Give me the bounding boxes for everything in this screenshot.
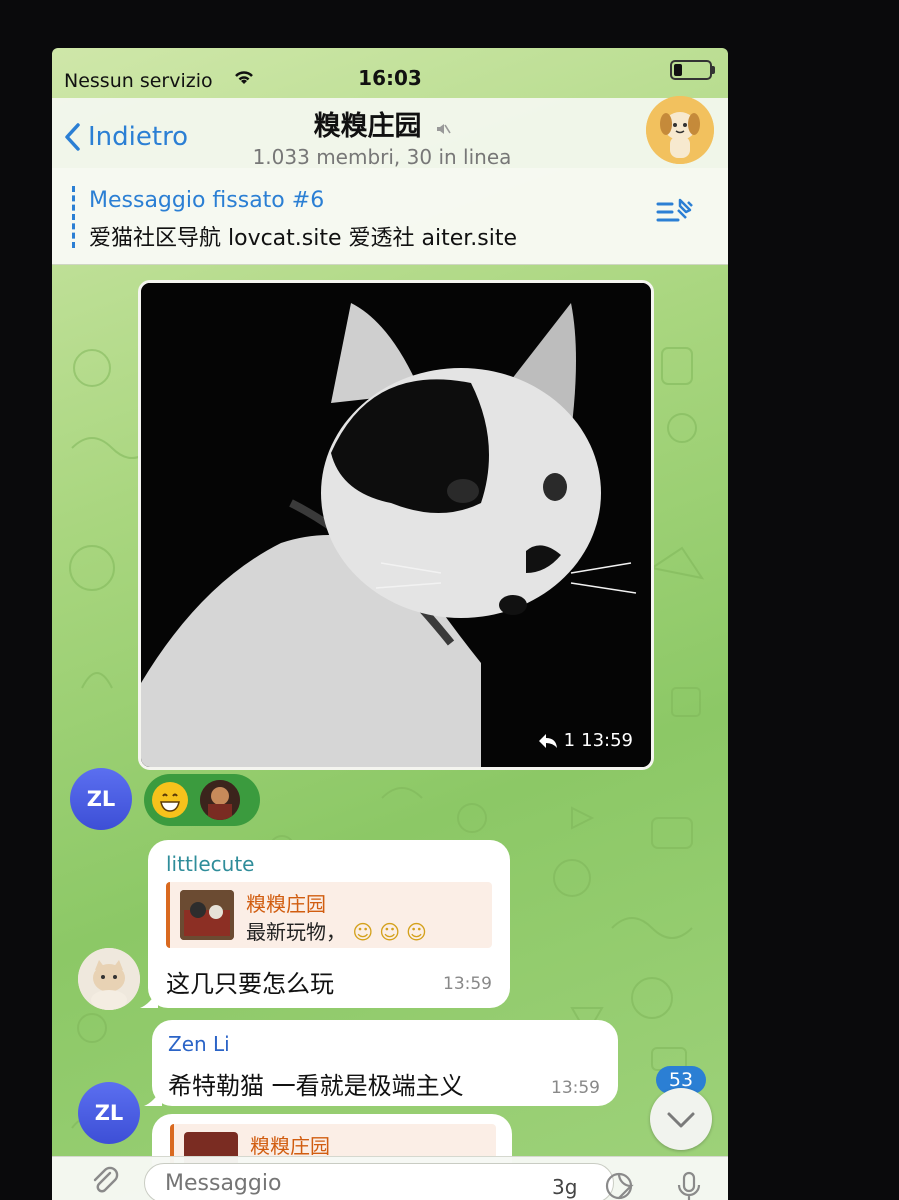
message-time: 13:59 — [443, 974, 492, 994]
bubble-tail — [144, 1088, 162, 1106]
battery-icon — [670, 60, 715, 80]
scroll-down-button[interactable] — [650, 1088, 712, 1150]
smiling-relaxed-emoji-icon: ☺☺☺ — [352, 920, 433, 944]
reply-count: 1 — [563, 730, 576, 751]
pinned-label: Messaggio fissato #6 — [89, 188, 325, 213]
reply-text-value: 最新玩物， — [246, 920, 346, 944]
message-sender: Zen Li — [168, 1032, 230, 1056]
back-button[interactable]: Indietro — [64, 122, 188, 152]
photo-time: 13:59 — [581, 730, 633, 751]
pinned-indicator — [72, 186, 78, 248]
reply-preview[interactable]: 糗糗庄园 最新玩物， ☺☺☺ — [166, 882, 492, 948]
avatar[interactable]: ZL — [78, 1082, 140, 1144]
back-label: Indietro — [88, 122, 189, 152]
bubble-tail — [140, 990, 158, 1008]
reactions-bar[interactable] — [144, 774, 260, 826]
avatar[interactable] — [78, 948, 140, 1010]
photo-meta: 1 13:59 — [538, 730, 633, 751]
status-time: 16:03 — [358, 66, 422, 90]
message-text: 这几只要怎么玩 — [166, 970, 334, 998]
reply-name: 糗糗庄园 — [246, 892, 326, 916]
sticker-icon[interactable] — [604, 1171, 634, 1200]
chat-header: Indietro 糗糗庄园 1.033 membri, 30 in linea — [52, 96, 728, 169]
message-bubble[interactable]: Zen Li 希特勒猫 一看就是极端主义 13:59 — [144, 1020, 618, 1106]
cat-photo — [141, 283, 651, 767]
sticker-hint: 3g — [552, 1175, 578, 1199]
grinning-emoji-icon[interactable] — [152, 782, 188, 818]
message-sender: littlecute — [166, 852, 255, 876]
speaker-muted-icon — [435, 121, 451, 141]
avatar[interactable]: ZL — [70, 768, 132, 830]
reply-text: 最新玩物， ☺☺☺ — [246, 916, 433, 945]
message-text: 希特勒猫 一看就是极端主义 — [168, 1072, 464, 1100]
cat-photo-message[interactable]: 1 13:59 — [138, 280, 654, 770]
chevron-down-icon — [667, 1112, 695, 1128]
paperclip-icon[interactable] — [90, 1165, 120, 1200]
chevron-left-icon — [65, 123, 80, 151]
composer-bar: 3g — [52, 1156, 728, 1200]
reply-name: 糗糗庄园 — [250, 1134, 330, 1158]
pinned-message-bar[interactable]: Messaggio fissato #6 爱猫社区导航 lovcat.site … — [52, 168, 728, 265]
telegram-chat-screen: Nessun servizio 16:03 Indietro 糗糗庄园 1.03… — [52, 48, 728, 1200]
chat-subtitle: 1.033 membri, 30 in linea — [252, 145, 512, 169]
group-avatar[interactable] — [646, 96, 714, 164]
pinned-list-icon[interactable] — [656, 196, 696, 234]
reply-arrow-icon — [538, 733, 557, 748]
message-bubble[interactable]: littlecute 糗糗庄园 最新玩物， ☺☺☺ 这几只要怎么玩 13:59 — [140, 840, 510, 1008]
pinned-text: 爱猫社区导航 lovcat.site 爱透社 aiter.site — [89, 226, 518, 251]
chat-title: 糗糗庄园 — [313, 111, 422, 142]
reactor-avatar — [200, 780, 240, 820]
message-time: 13:59 — [551, 1078, 600, 1098]
chat-title-area[interactable]: 糗糗庄园 1.033 membri, 30 in linea — [182, 104, 582, 169]
reply-thumbnail — [180, 890, 234, 940]
message-input[interactable] — [144, 1163, 614, 1200]
microphone-icon[interactable] — [676, 1171, 702, 1200]
